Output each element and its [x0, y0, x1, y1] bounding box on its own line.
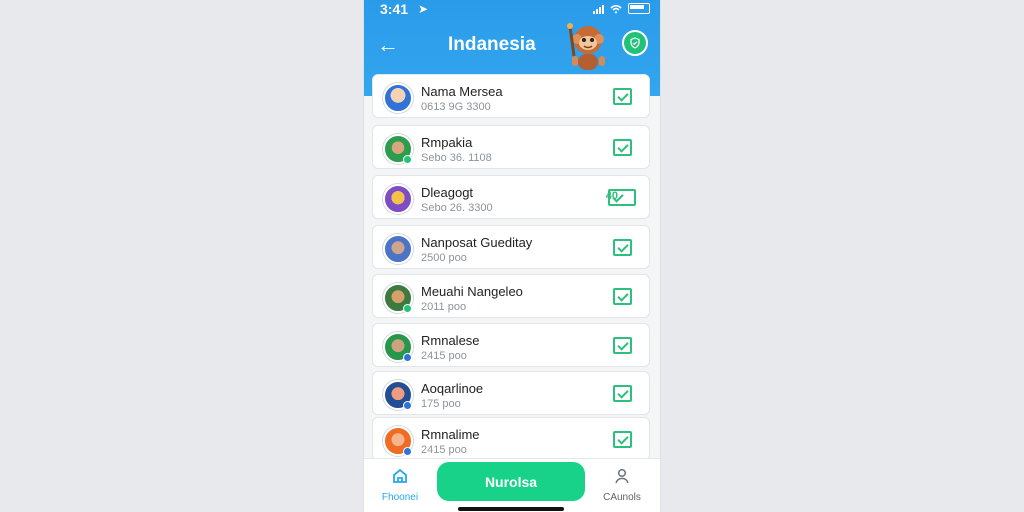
checkbox-checked-icon[interactable] [613, 239, 632, 256]
home-tab-label: Fhoonei [381, 492, 419, 503]
item-name: Rmnalese [421, 333, 480, 348]
item-meta: Sebo 36. 1108 [421, 152, 492, 164]
shield-check-icon [630, 37, 640, 49]
list-item[interactable]: Dleagogt Sebo 26. 3300 40 [372, 175, 650, 219]
item-name: Aoqarlinoe [421, 381, 484, 396]
home-icon [393, 468, 407, 483]
item-name: Rmpakia [421, 135, 473, 150]
bottom-navigation: Fhoonei Nurolsa CAunols [364, 458, 660, 512]
item-name: Nama Mersea [421, 84, 503, 99]
item-name: Nanposat Gueditay [421, 235, 533, 250]
list-item[interactable]: Aoqarlinoe 175 poo [372, 371, 650, 415]
checkbox-checked-icon[interactable] [613, 337, 632, 354]
online-badge-icon [403, 304, 412, 313]
list-item[interactable]: Rmpakia Sebo 36. 1108 [372, 125, 650, 169]
item-name: Dleagogt [421, 185, 474, 200]
avatar [383, 234, 413, 264]
battery-icon [628, 3, 650, 14]
item-meta: 2500 poo [421, 252, 467, 264]
item-name: Rmnalime [421, 427, 480, 442]
status-icons [593, 3, 650, 14]
avatar [383, 83, 413, 113]
checkbox-checked-icon[interactable] [613, 139, 632, 156]
checkbox-checked-icon[interactable] [608, 189, 636, 206]
item-meta: 2011 poo [421, 301, 467, 313]
checkbox-checked-icon[interactable] [613, 88, 632, 105]
back-button[interactable]: ← [374, 31, 402, 59]
item-meta: 175 poo [421, 398, 461, 410]
list-item[interactable]: Nama Mersea 0613 9G 3300 [372, 74, 650, 118]
page-title: Indanesia [448, 34, 536, 55]
item-meta: 0613 9G 3300 [421, 101, 491, 113]
profile-tab-label: CAunols [603, 492, 641, 503]
status-time: 3:41 [380, 1, 409, 17]
signal-icon [593, 4, 604, 14]
list-item[interactable]: Rmnalese 2415 poo [372, 323, 650, 367]
status-badge-icon [403, 401, 412, 410]
monkey-mascot-icon [567, 23, 605, 70]
list-item[interactable]: Nanposat Gueditay 2500 poo [372, 225, 650, 269]
list-item[interactable]: Meuahi Nangeleo 2011 poo [372, 274, 650, 318]
avatar [383, 184, 413, 214]
wifi-icon [610, 4, 622, 13]
home-tab[interactable]: Fhoonei [376, 467, 424, 503]
checkbox-checked-icon[interactable] [613, 385, 632, 402]
status-badge-icon [403, 447, 412, 456]
item-meta: 2415 poo [421, 444, 467, 456]
item-meta: 2415 poo [421, 350, 467, 362]
item-name: Meuahi Nangeleo [421, 284, 523, 299]
home-indicator [458, 507, 564, 511]
list-item[interactable]: Rmnalime 2415 poo [372, 417, 650, 461]
checkbox-checked-icon[interactable] [613, 288, 632, 305]
status-badge-icon [403, 353, 412, 362]
arrow-left-icon: ← [377, 32, 399, 57]
primary-action-button[interactable]: Nurolsa [437, 462, 585, 501]
location-icon: ➤ [418, 2, 429, 16]
checkbox-checked-icon[interactable] [613, 431, 632, 448]
item-meta: Sebo 26. 3300 [421, 202, 493, 214]
online-badge-icon [403, 155, 412, 164]
phone-screen: 3:41 ➤ ← Indanesia Nama Mersea 0613 9G 3… [364, 0, 660, 512]
profile-tab[interactable]: CAunols [596, 467, 648, 503]
user-icon [615, 468, 629, 484]
verify-button[interactable] [622, 30, 648, 56]
